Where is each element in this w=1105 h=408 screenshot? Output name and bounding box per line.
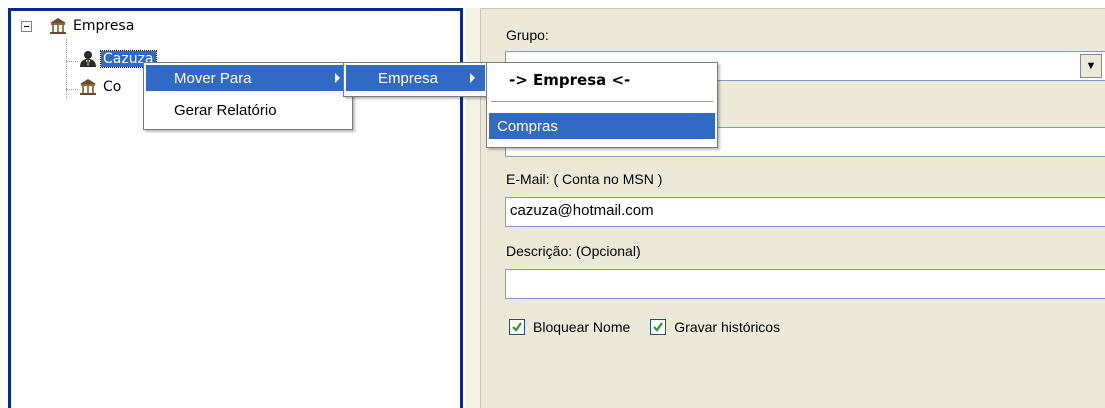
menu-item-label: Gerar Relatório (174, 101, 277, 119)
gravar-historicos-checkbox[interactable] (650, 319, 667, 335)
building-icon (49, 17, 67, 35)
email-label: E-Mail: ( Conta no MSN ) (506, 171, 663, 187)
menu-separator (491, 101, 713, 103)
menu-item-mover-para[interactable]: Mover Para (146, 65, 350, 91)
chevron-down-icon[interactable]: ▼ (1080, 54, 1102, 78)
tree-line (66, 61, 78, 62)
submenu-header-label: -> Empresa <- (509, 71, 631, 89)
building-icon (79, 78, 97, 96)
menu-item-label: Compras (497, 117, 558, 135)
tree-node-label: Co (103, 79, 122, 95)
menu-item-gerar-relatorio[interactable]: Gerar Relatório (146, 97, 350, 123)
submenu-arrow-icon (470, 73, 475, 83)
tree-line (66, 89, 78, 90)
bloquear-nome-checkbox[interactable] (509, 319, 525, 335)
context-menu: Mover Para Gerar Relatório (143, 62, 353, 130)
submenu-header: -> Empresa <- (489, 67, 715, 93)
grupo-label: Grupo: (506, 27, 549, 43)
submenu-item-empresa[interactable]: Empresa (346, 65, 485, 91)
submenu-item-compras[interactable]: Compras (489, 113, 715, 139)
descricao-label: Descrição: (Opcional) (506, 243, 641, 259)
email-value: cazuza@hotmail.com (510, 202, 654, 219)
submenu-empresa: -> Empresa <- Compras (486, 62, 718, 148)
tree-line (66, 39, 67, 99)
check-icon (512, 322, 522, 332)
submenu-mover-para: Empresa (343, 62, 488, 97)
user-icon (79, 50, 97, 68)
tree-node-label: Empresa (73, 18, 135, 34)
email-field[interactable]: cazuza@hotmail.com (505, 197, 1105, 227)
submenu-arrow-icon (335, 73, 340, 83)
menu-item-label: Mover Para (174, 69, 252, 87)
check-icon (653, 322, 664, 332)
descricao-field[interactable] (505, 269, 1105, 299)
menu-item-label: Empresa (378, 69, 439, 87)
collapse-toggle[interactable] (21, 21, 32, 32)
bloquear-nome-label: Bloquear Nome (533, 319, 631, 335)
tree-node-root[interactable]: Empresa (49, 16, 136, 36)
tree-node-group[interactable]: Co (79, 77, 123, 97)
options-row: Bloquear Nome Gravar históricos (509, 319, 800, 335)
gravar-historicos-label: Gravar históricos (674, 319, 781, 335)
